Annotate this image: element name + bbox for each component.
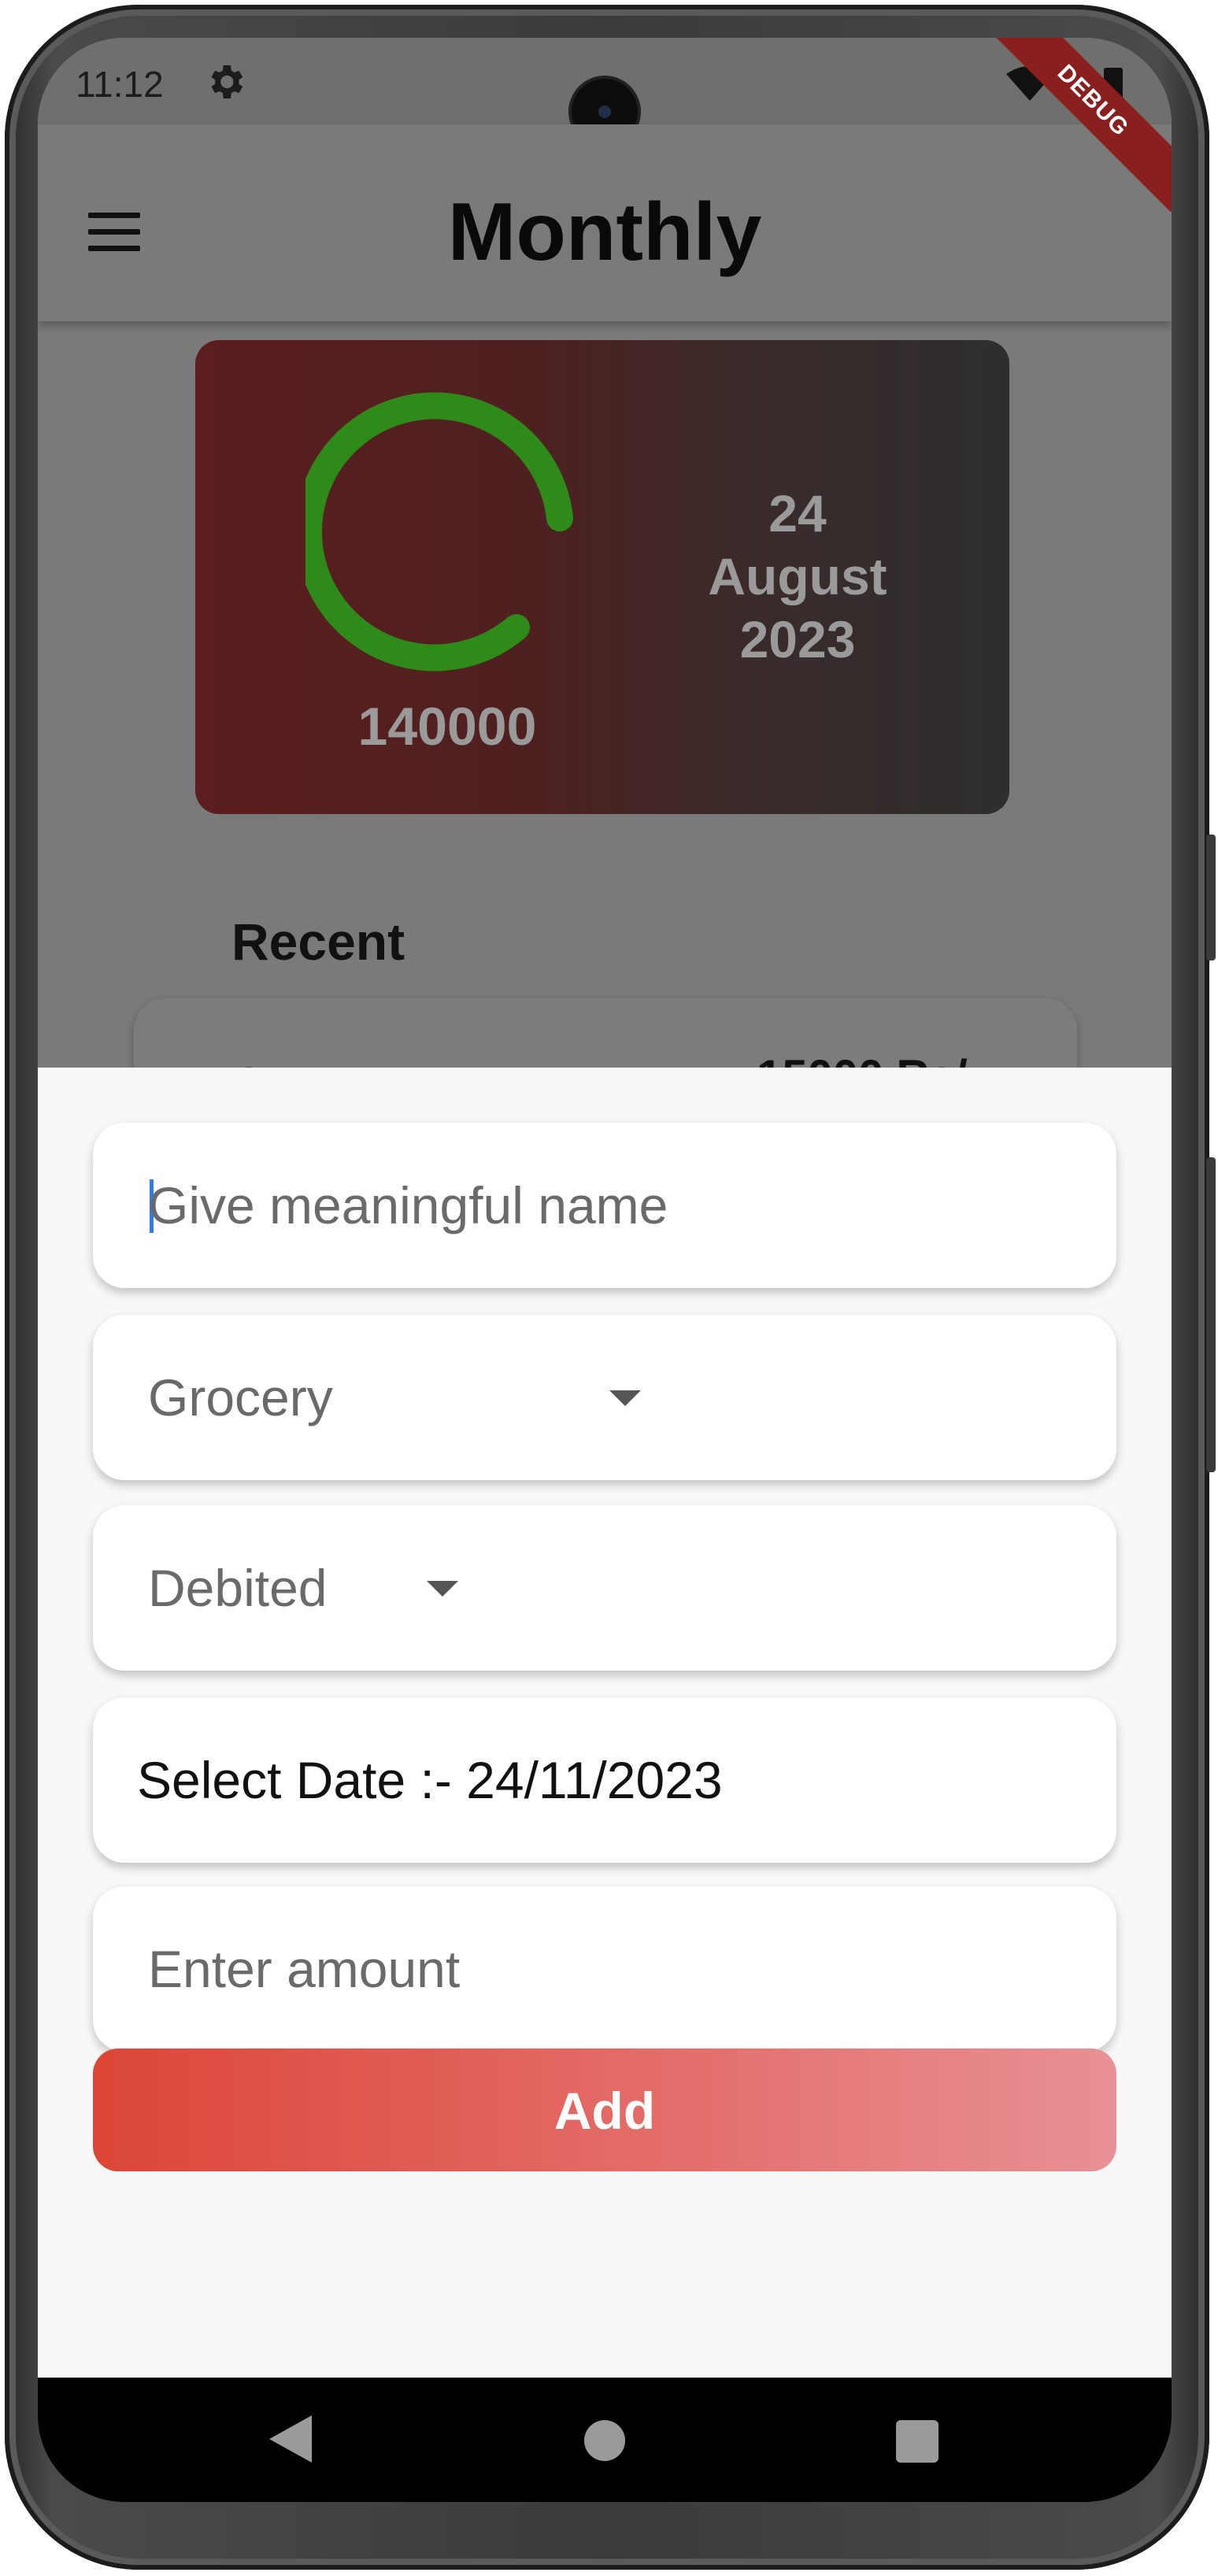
chevron-down-icon xyxy=(609,1390,641,1406)
add-transaction-sheet: Give meaningful name Grocery Debited Sel… xyxy=(38,1068,1172,2378)
chevron-down-icon xyxy=(427,1581,458,1597)
date-picker-label: Select Date :- 24/11/2023 xyxy=(137,1751,723,1809)
system-nav-bar xyxy=(38,2378,1172,2502)
summary-card: 140000 24 August 2023 xyxy=(195,340,1009,814)
current-date: 24 August 2023 xyxy=(668,482,927,671)
progress-ring-arc xyxy=(305,392,573,672)
category-value: Grocery xyxy=(148,1368,333,1427)
balance-amount: 140000 xyxy=(357,697,537,757)
date-day: 24 xyxy=(768,484,827,542)
back-triangle-icon[interactable] xyxy=(266,2414,313,2464)
name-field-placeholder: Give meaningful name xyxy=(148,1176,668,1234)
progress-ring xyxy=(305,392,573,672)
amount-field-placeholder: Enter amount xyxy=(148,1940,461,1998)
page-title: Monthly xyxy=(447,187,762,278)
status-time: 11:12 xyxy=(76,64,164,105)
phone-frame: 11:12 DEBUG Monthly 140000 24 August 202… xyxy=(0,0,1218,2576)
volume-button xyxy=(1206,835,1216,960)
add-button[interactable]: Add xyxy=(93,2049,1116,2171)
app-bar: Monthly xyxy=(38,124,1172,321)
date-picker-field[interactable]: Select Date :- 24/11/2023 xyxy=(93,1697,1116,1863)
type-dropdown[interactable]: Debited xyxy=(93,1505,1116,1671)
recents-square-icon[interactable] xyxy=(896,2420,938,2463)
name-field[interactable]: Give meaningful name xyxy=(93,1123,1116,1288)
category-dropdown[interactable]: Grocery xyxy=(93,1315,1116,1480)
type-value: Debited xyxy=(148,1559,328,1617)
power-button xyxy=(1206,1157,1216,1472)
home-circle-icon[interactable] xyxy=(584,2420,625,2461)
recent-title: Recent xyxy=(231,912,405,971)
status-bar: 11:12 xyxy=(38,38,1172,145)
gear-icon xyxy=(211,65,243,98)
date-year: 2023 xyxy=(739,610,856,668)
date-month: August xyxy=(708,547,887,605)
amount-field[interactable]: Enter amount xyxy=(93,1886,1116,2052)
screen: 11:12 DEBUG Monthly 140000 24 August 202… xyxy=(38,38,1172,2502)
